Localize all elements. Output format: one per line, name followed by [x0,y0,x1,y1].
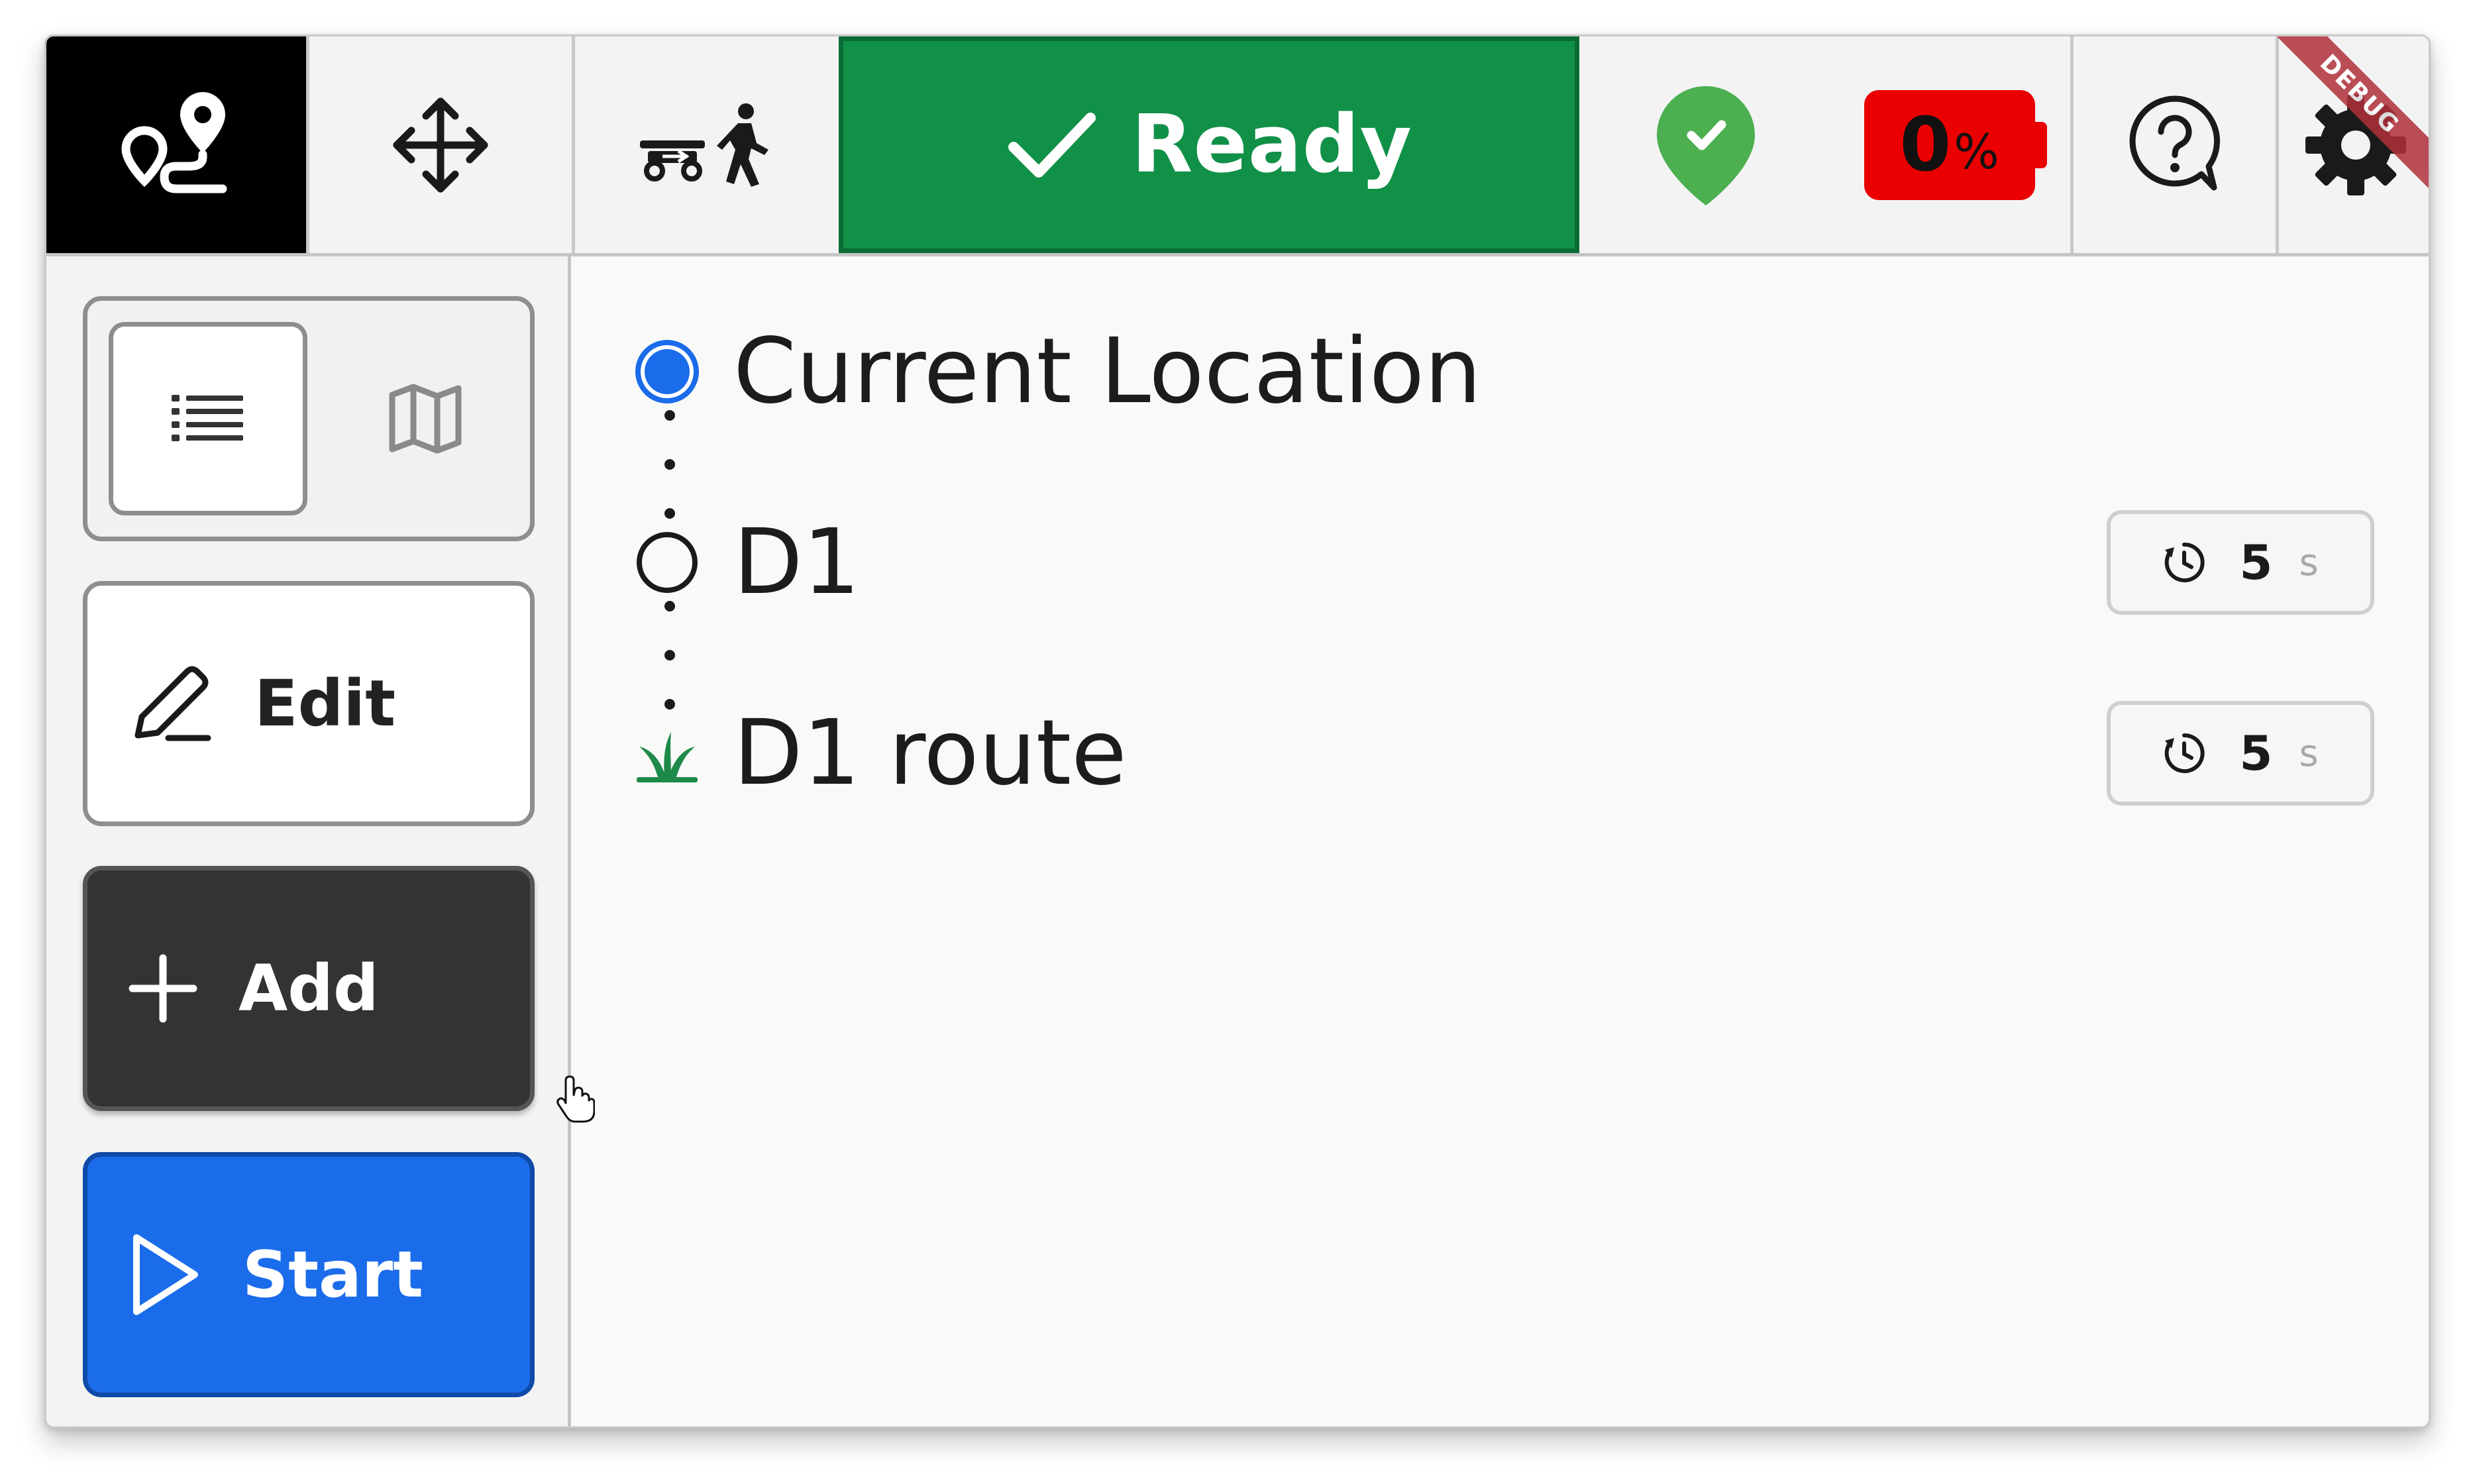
route-connector-dot [664,459,675,470]
check-icon [1008,112,1096,178]
gps-status-button[interactable] [1583,36,1828,253]
list-icon [172,395,243,441]
wait-time-button[interactable]: 5 s [2107,510,2374,615]
wait-value: 5 [2239,725,2273,781]
top-toolbar: Ready 0% DEBUG [46,36,2429,256]
sidebar: Edit Add Start [46,256,571,1426]
play-icon [133,1234,198,1315]
list-item[interactable]: D1 route 5 s [574,694,2429,813]
wait-unit: s [2299,731,2319,775]
list-item[interactable]: Current Location [574,312,2429,431]
current-location-icon [634,339,700,405]
help-button[interactable] [2074,36,2276,253]
list-view-button[interactable] [109,322,307,515]
edit-button[interactable]: Edit [83,581,535,826]
start-label: Start [242,1238,424,1312]
pencil-icon [134,666,211,741]
map-view-button[interactable] [352,322,498,515]
add-label: Add [238,951,379,1026]
timer-icon [2165,733,2205,773]
help-bubble-icon [2129,95,2220,190]
route-item-name: D1 route [733,701,1127,806]
hand-cursor-icon [556,1075,595,1123]
route-mode-button[interactable] [46,36,306,253]
wait-value: 5 [2239,535,2273,590]
view-toggle [83,296,535,541]
add-button[interactable]: Add [83,866,535,1111]
route-connector-dot [664,601,675,611]
battery-unit: % [1954,123,1999,180]
wait-time-button[interactable]: 5 s [2107,701,2374,806]
route-pin-icon [121,91,227,193]
status-label: Ready [1132,99,1412,191]
timer-icon [2165,542,2205,582]
status-ready-indicator: Ready [839,36,1579,253]
plus-icon [129,954,197,1023]
move-button[interactable] [309,36,572,253]
follow-me-button[interactable] [575,36,835,253]
route-connector-dot [664,410,675,421]
route-connector-dot [664,650,675,661]
route-item-name: D1 [733,510,861,615]
location-ok-pin-icon [1657,85,1755,205]
waypoint-circle-icon [634,529,700,596]
map-icon [389,384,462,454]
route-list: Current Location D1 5 s D1 route 5 s [574,256,2429,1426]
wait-unit: s [2299,541,2319,584]
edit-label: Edit [254,666,396,741]
robot-follow-person-icon [639,103,768,187]
toolbar-separator [2070,36,2074,253]
list-item[interactable]: D1 5 s [574,503,2429,622]
battery-level: 0% [1864,89,2047,200]
route-item-name: Current Location [733,319,1482,424]
app-window: Ready 0% DEBUG Edit Add Start Current Lo… [44,34,2431,1428]
start-button[interactable]: Start [83,1152,535,1397]
move-arrows-icon [393,97,488,192]
plant-icon [634,720,700,786]
battery-indicator: 0% [1828,36,2070,253]
battery-value: 0 [1899,101,1952,188]
